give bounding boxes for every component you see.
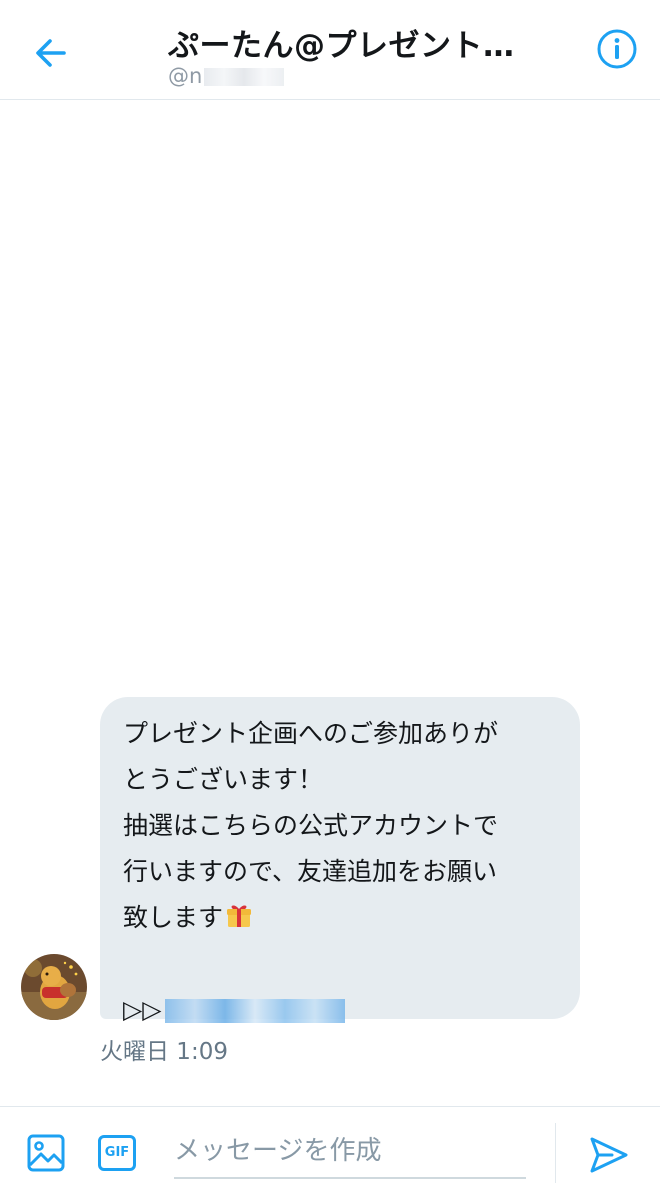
info-circle-icon[interactable] bbox=[596, 28, 638, 70]
gif-button[interactable]: GIF bbox=[98, 1135, 136, 1171]
user-handle: @n bbox=[168, 64, 285, 88]
avatar-image bbox=[21, 954, 87, 1020]
message-line-with-emoji: 致します bbox=[123, 895, 560, 941]
send-icon[interactable] bbox=[588, 1134, 630, 1176]
gift-icon bbox=[227, 905, 252, 927]
conversation-title: ぷーたん@プレゼント… bbox=[168, 28, 515, 64]
link-prefix: ▷▷ bbox=[123, 995, 162, 1024]
user-handle-text: @n bbox=[168, 64, 203, 88]
redacted-link[interactable] bbox=[165, 999, 346, 1023]
message-timestamp: 火曜日 1:09 bbox=[100, 1039, 228, 1065]
message-composer: GIF bbox=[0, 1106, 660, 1200]
arrow-left-icon[interactable] bbox=[28, 30, 74, 76]
message-line: プレゼント企画へのご参加ありが bbox=[123, 719, 499, 748]
avatar[interactable] bbox=[21, 954, 87, 1020]
handle-redaction bbox=[204, 68, 285, 86]
conversation-header: ぷーたん@プレゼント… @n bbox=[0, 0, 660, 100]
message-line: 抽選はこちらの公式アカウントで bbox=[123, 811, 499, 840]
message-input[interactable] bbox=[174, 1125, 526, 1179]
message-line: 行いますので、友達追加をお願い bbox=[123, 857, 498, 886]
message-line: 致します bbox=[123, 903, 224, 932]
message-line: とうございます！ bbox=[123, 765, 324, 794]
message-bubble[interactable]: プレゼント企画へのご参加ありが とうございます！ 抽選はこちらの公式アカウントで… bbox=[100, 697, 580, 1024]
link-row: ▷▷ bbox=[123, 987, 560, 1033]
image-icon[interactable] bbox=[26, 1133, 66, 1173]
composer-divider bbox=[555, 1123, 556, 1183]
